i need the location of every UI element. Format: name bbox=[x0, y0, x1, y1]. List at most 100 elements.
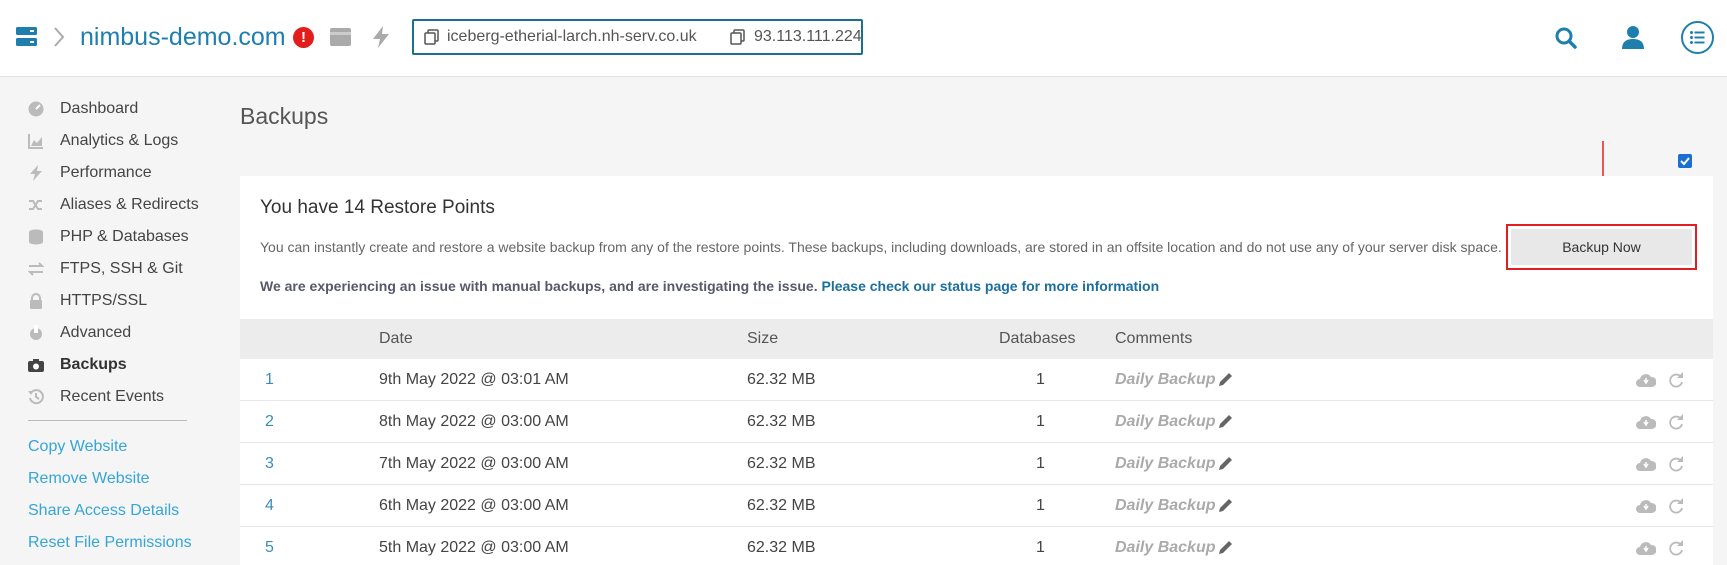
row-number: 4 bbox=[265, 497, 274, 514]
backup-comment: Daily Backup bbox=[1115, 497, 1216, 514]
exchange-icon bbox=[28, 262, 44, 276]
backups-panel: You have 14 Restore Points You can insta… bbox=[240, 176, 1713, 565]
backup-databases: 1 bbox=[1036, 455, 1045, 472]
card-icon[interactable] bbox=[330, 28, 351, 46]
sidebar-item-php-databases[interactable]: PHP & Databases bbox=[28, 221, 218, 253]
sidebar-item-performance[interactable]: Performance bbox=[28, 157, 218, 189]
alert-icon[interactable]: ! bbox=[293, 27, 314, 48]
status-page-link[interactable]: Please check our status page for more in… bbox=[821, 278, 1159, 294]
sidebar-item-label: FTPS, SSH & Git bbox=[60, 260, 183, 277]
hostname[interactable]: iceberg-etherial-larch.nh-serv.co.uk bbox=[447, 21, 697, 53]
backup-date: 8th May 2022 @ 03:00 AM bbox=[379, 413, 569, 430]
backup-size: 62.32 MB bbox=[747, 539, 816, 556]
sidebar-item-backups[interactable]: Backups bbox=[28, 349, 218, 381]
backup-comment: Daily Backup bbox=[1115, 413, 1216, 430]
table-row: 3 7th May 2022 @ 03:00 AM 62.32 MB 1 Dai… bbox=[240, 443, 1713, 485]
site-name[interactable]: nimbus-demo.com bbox=[80, 20, 286, 54]
backup-size: 62.32 MB bbox=[747, 497, 816, 514]
copy-ip-icon[interactable] bbox=[730, 29, 746, 45]
user-icon[interactable] bbox=[1622, 26, 1644, 49]
sidebar: Dashboard Analytics & Logs Performance A… bbox=[0, 77, 225, 565]
backup-databases: 1 bbox=[1036, 539, 1045, 556]
sidebar-item-label: Dashboard bbox=[60, 100, 139, 117]
edit-comment-icon[interactable] bbox=[1218, 455, 1234, 471]
remove-website-link[interactable]: Remove Website bbox=[28, 469, 150, 489]
backup-size: 62.32 MB bbox=[747, 455, 816, 472]
bolt-icon[interactable] bbox=[371, 26, 391, 48]
restore-icon[interactable] bbox=[1668, 413, 1684, 430]
copy-website-link[interactable]: Copy Website bbox=[28, 437, 127, 457]
download-icon[interactable] bbox=[1636, 372, 1656, 388]
restore-icon[interactable] bbox=[1668, 371, 1684, 388]
sidebar-item-label: Advanced bbox=[60, 324, 132, 341]
row-number: 2 bbox=[265, 413, 274, 430]
sidebar-item-recent-events[interactable]: Recent Events bbox=[28, 381, 218, 413]
restore-icon[interactable] bbox=[1668, 497, 1684, 514]
backup-date: 9th May 2022 @ 03:01 AM bbox=[379, 371, 569, 388]
share-access-link[interactable]: Share Access Details bbox=[28, 501, 179, 521]
backup-warning: We are experiencing an issue with manual… bbox=[260, 278, 1159, 294]
history-icon bbox=[28, 389, 44, 405]
menu-list-icon[interactable] bbox=[1681, 21, 1714, 54]
page-title: Backups bbox=[240, 103, 329, 129]
sidebar-item-label: Performance bbox=[60, 164, 152, 181]
server-icon[interactable] bbox=[16, 27, 37, 47]
column-comments: Comments bbox=[1115, 330, 1193, 347]
sidebar-item-label: Recent Events bbox=[60, 388, 165, 405]
backup-now-button[interactable]: Backup Now bbox=[1506, 224, 1697, 270]
sidebar-item-aliases[interactable]: Aliases & Redirects bbox=[28, 189, 218, 221]
download-icon[interactable] bbox=[1636, 498, 1656, 514]
edit-comment-icon[interactable] bbox=[1218, 413, 1234, 429]
backup-description: You can instantly create and restore a w… bbox=[260, 239, 1502, 255]
sidebar-item-analytics[interactable]: Analytics & Logs bbox=[28, 125, 218, 157]
backup-databases: 1 bbox=[1036, 413, 1045, 430]
sidebar-item-label: Aliases & Redirects bbox=[60, 196, 199, 213]
edit-comment-icon[interactable] bbox=[1218, 497, 1234, 513]
lock-icon bbox=[30, 293, 42, 309]
restore-icon[interactable] bbox=[1668, 539, 1684, 556]
backup-databases: 1 bbox=[1036, 371, 1045, 388]
sidebar-item-label: Backups bbox=[60, 356, 127, 373]
column-databases: Databases bbox=[999, 330, 1076, 347]
check-icon bbox=[1680, 157, 1690, 166]
search-icon[interactable] bbox=[1555, 27, 1577, 49]
camera-icon bbox=[28, 359, 44, 372]
backup-size: 62.32 MB bbox=[747, 371, 816, 388]
reset-permissions-link[interactable]: Reset File Permissions bbox=[28, 533, 192, 553]
backup-comment: Daily Backup bbox=[1115, 455, 1216, 472]
ip-address[interactable]: 93.113.111.224 bbox=[754, 21, 862, 53]
backup-databases: 1 bbox=[1036, 497, 1045, 514]
database-icon bbox=[29, 229, 43, 245]
chart-icon bbox=[28, 134, 43, 149]
sidebar-item-advanced[interactable]: Advanced bbox=[28, 317, 218, 349]
table-row: 2 8th May 2022 @ 03:00 AM 62.32 MB 1 Dai… bbox=[240, 401, 1713, 443]
column-size: Size bbox=[747, 330, 779, 347]
sidebar-item-label: HTTPS/SSL bbox=[60, 292, 148, 309]
sidebar-item-dashboard[interactable]: Dashboard bbox=[28, 93, 218, 125]
backup-size: 62.32 MB bbox=[747, 413, 816, 430]
sidebar-item-https-ssl[interactable]: HTTPS/SSL bbox=[28, 285, 218, 317]
download-icon[interactable] bbox=[1636, 540, 1656, 556]
shuffle-icon bbox=[29, 200, 42, 210]
edit-comment-icon[interactable] bbox=[1218, 371, 1234, 387]
backup-comment: Daily Backup bbox=[1115, 371, 1216, 388]
restore-points-title: You have 14 Restore Points bbox=[260, 197, 495, 218]
backup-date: 5th May 2022 @ 03:00 AM bbox=[379, 539, 569, 556]
settings-checkbox[interactable] bbox=[1678, 154, 1692, 168]
backup-date: 7th May 2022 @ 03:00 AM bbox=[379, 455, 569, 472]
sidebar-divider bbox=[28, 420, 187, 421]
row-number: 3 bbox=[265, 455, 274, 472]
restore-icon[interactable] bbox=[1668, 455, 1684, 472]
warning-text: We are experiencing an issue with manual… bbox=[260, 278, 818, 294]
table-row: 5 5th May 2022 @ 03:00 AM 62.32 MB 1 Dai… bbox=[240, 527, 1713, 565]
copy-hostname-icon[interactable] bbox=[424, 29, 440, 45]
server-info-box: iceberg-etherial-larch.nh-serv.co.uk 93.… bbox=[412, 19, 863, 55]
dashboard-icon bbox=[28, 101, 44, 117]
sidebar-item-ftps-ssh-git[interactable]: FTPS, SSH & Git bbox=[28, 253, 218, 285]
sidebar-item-label: PHP & Databases bbox=[60, 228, 189, 245]
download-icon[interactable] bbox=[1636, 414, 1656, 430]
table-header: Date Size Databases Comments bbox=[240, 319, 1713, 359]
download-icon[interactable] bbox=[1636, 456, 1656, 472]
row-number: 1 bbox=[265, 371, 274, 388]
edit-comment-icon[interactable] bbox=[1218, 539, 1234, 555]
